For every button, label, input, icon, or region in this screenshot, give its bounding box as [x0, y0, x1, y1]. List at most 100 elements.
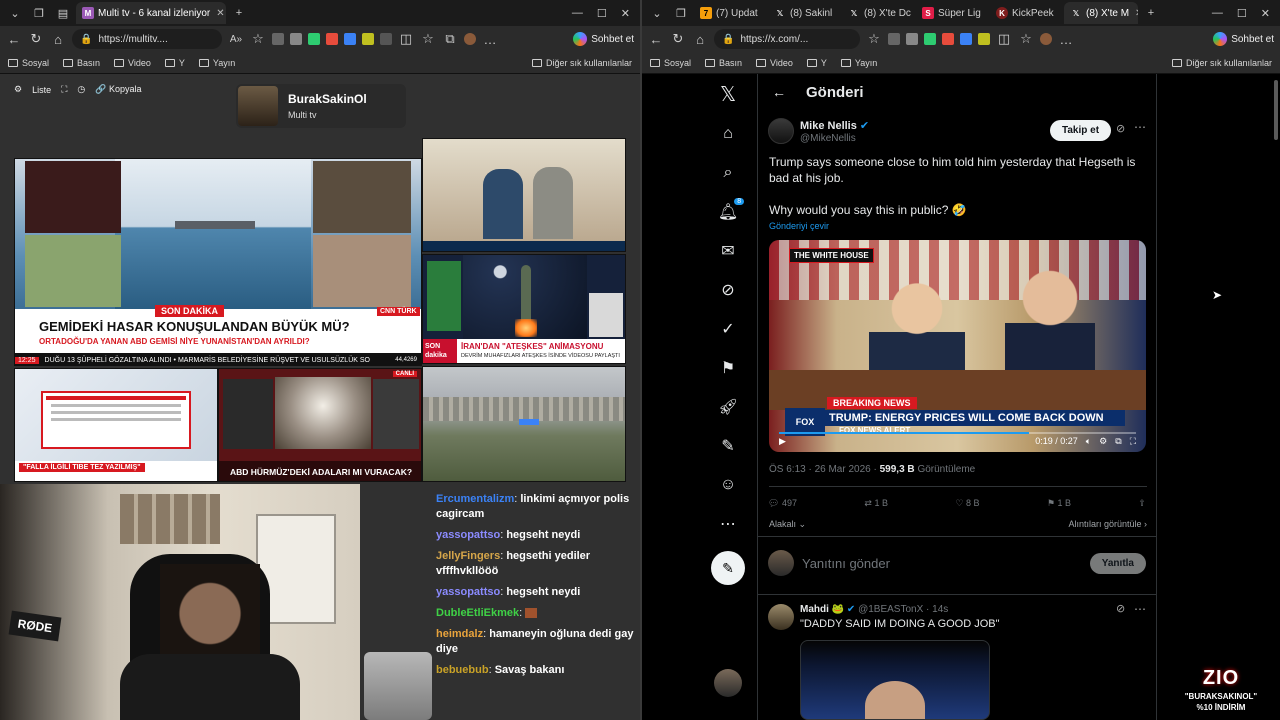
chat-username[interactable]: DubleEtliEkmek — [436, 607, 519, 619]
more-options-icon[interactable]: ⋯ — [1134, 120, 1146, 134]
bookmark-folder[interactable]: Video — [114, 58, 151, 68]
extension-icon[interactable] — [942, 33, 954, 45]
notifications-icon[interactable]: 🔔︎ 8 — [718, 192, 745, 231]
bookmark-action[interactable]: ⚑ 1 B — [1047, 498, 1071, 509]
stream-tile-cityview[interactable] — [422, 366, 626, 482]
reply-button[interactable]: Yanıtla — [1089, 552, 1146, 574]
favorite-star-icon[interactable]: ☆ — [866, 31, 882, 47]
grok-explain-icon[interactable]: ⊘ — [1116, 122, 1125, 135]
tab-actions-icon[interactable]: ⌄ — [646, 3, 668, 23]
extension-icon[interactable] — [906, 33, 918, 45]
bookmark-folder[interactable]: Sosyal — [650, 58, 691, 68]
new-tab-icon[interactable]: + — [228, 3, 250, 23]
extension-icon[interactable] — [888, 33, 900, 45]
favorite-star-icon[interactable]: ☆ — [250, 31, 266, 47]
profile-avatar[interactable] — [464, 33, 476, 45]
bookmark-folder[interactable]: Yayın — [840, 58, 877, 68]
grok-icon[interactable]: ⊘ — [721, 270, 734, 309]
avatar[interactable] — [768, 118, 794, 144]
tweet-timestamp[interactable]: ÖS 6:13 · 26 Mar 2026 — [769, 464, 871, 475]
tab-multitv[interactable]: M Multi tv - 6 kanal izleniyor ✕ — [76, 2, 226, 24]
bookmarks-icon[interactable]: ⚑ — [721, 348, 735, 387]
tab-actions-icon[interactable]: ⌄ — [4, 3, 26, 23]
volume-icon[interactable]: 🔈︎ — [1086, 436, 1091, 447]
vertical-tabs-icon[interactable]: ▤ — [52, 3, 74, 23]
profile-icon[interactable]: ☺ — [720, 465, 736, 504]
stream-tile-hurmuz[interactable]: CANLI ABD HÜRMÜZ'DEKİ ADALARI MI VURACAK… — [218, 368, 422, 482]
back-arrow-icon[interactable]: ← — [772, 84, 786, 100]
home-icon[interactable]: ⌂ — [50, 32, 66, 47]
chat-username[interactable]: heimdalz — [436, 628, 483, 640]
stream-tile-cnn[interactable]: SON DAKİKA CNN TÜRK GEMİDEKİ HASAR KONUŞ… — [14, 158, 422, 366]
extension-icon[interactable] — [272, 33, 284, 45]
tab-x-active[interactable]: 𝕏 (8) X'te M ✕ — [1064, 2, 1138, 24]
chat-username[interactable]: JellyFingers — [436, 550, 500, 562]
reply-author-name[interactable]: Mahdi 🐸 — [800, 604, 844, 615]
chat-username[interactable]: Ercumentalizm — [436, 493, 514, 505]
stream-tile-haberturk[interactable]: "FALLA İLGİLİ TIBE TEZ YAZILMIŞ" — [14, 368, 218, 482]
avatar[interactable] — [768, 604, 794, 630]
follow-button[interactable]: Takip et — [1050, 120, 1112, 141]
translate-link[interactable]: Gönderiyi çevir — [769, 221, 829, 231]
settings-icon[interactable]: ⚙ — [14, 84, 22, 95]
settings-icon[interactable]: ⚙ — [1099, 436, 1107, 447]
home-icon[interactable]: ⌂ — [723, 114, 733, 153]
reply-tweet[interactable]: Mahdi 🐸 ✔ @1BEASTonX · 14s ⊘ ⋯ "DADDY SA… — [768, 602, 1148, 720]
extension-icon[interactable] — [960, 33, 972, 45]
reply-author-handle[interactable]: @1BEASTonX · 14s — [858, 604, 948, 615]
history-icon[interactable]: ◷ — [77, 84, 85, 95]
chat-username[interactable]: yassopattso — [436, 529, 500, 541]
copilot-chat-button[interactable]: Sohbet et — [1213, 32, 1274, 46]
minimize-icon[interactable]: — — [572, 7, 583, 19]
like-action[interactable]: ♡ 8 B — [955, 498, 979, 509]
tweet-video[interactable]: THE WHITE HOUSE BREAKING NEWS TRUMP: ENE… — [769, 240, 1146, 452]
extension-icon[interactable] — [380, 33, 392, 45]
home-icon[interactable]: ⌂ — [692, 32, 708, 47]
compose-post-button[interactable]: ✎ — [711, 551, 745, 585]
extension-icon[interactable] — [290, 33, 302, 45]
extension-icon[interactable] — [924, 33, 936, 45]
extension-icon[interactable] — [326, 33, 338, 45]
grok-explain-icon[interactable]: ⊘ — [1116, 602, 1125, 615]
retweet-action[interactable]: ⇄ 1 B — [864, 498, 888, 509]
video-progress-track[interactable] — [779, 432, 1136, 434]
menu-icon[interactable]: … — [482, 32, 498, 47]
tab-updates[interactable]: 7 (7) Updat — [694, 2, 766, 24]
author-handle[interactable]: @MikeNellis — [800, 133, 856, 144]
list-button[interactable]: Liste — [32, 85, 51, 95]
close-tab-icon[interactable]: ✕ — [1135, 8, 1138, 19]
split-screen-icon[interactable]: ◫ — [398, 31, 414, 47]
bookmark-folder[interactable]: Y — [806, 58, 827, 68]
new-tab-icon[interactable]: + — [1140, 3, 1162, 23]
split-screen-icon[interactable]: ◫ — [996, 31, 1012, 47]
favorites-icon[interactable]: ☆ — [420, 31, 436, 47]
collections-icon[interactable]: ⧉ — [442, 31, 458, 47]
fullscreen-icon[interactable]: ⛶ — [1130, 436, 1136, 447]
x-logo-icon[interactable]: 𝕏 — [720, 74, 736, 114]
rocket-icon[interactable]: 🚀︎ — [718, 387, 738, 426]
account-avatar[interactable] — [714, 669, 742, 697]
profile-avatar[interactable] — [1040, 33, 1052, 45]
refresh-icon[interactable]: ↻ — [670, 31, 686, 47]
chat-username[interactable]: bebuebub — [436, 664, 489, 676]
url-field[interactable]: 🔒 https://multitv.... — [72, 29, 222, 49]
pip-icon[interactable]: ⧉ — [1115, 436, 1121, 447]
other-bookmarks[interactable]: Diğer sık kullanılanlar — [531, 58, 632, 68]
bookmark-folder[interactable]: Video — [756, 58, 793, 68]
stream-tile-interview[interactable] — [422, 138, 626, 252]
messages-icon[interactable]: ✉ — [721, 231, 734, 270]
back-icon[interactable]: ← — [648, 32, 664, 47]
bookmark-folder[interactable]: Sosyal — [8, 58, 49, 68]
play-icon[interactable]: ▶ — [779, 436, 786, 447]
extension-icon[interactable] — [308, 33, 320, 45]
stream-tile-iran[interactable]: SON dakika İRAN'DAN "ATEŞKES" ANİMASYONU … — [422, 254, 626, 364]
search-icon[interactable]: ⌕ — [724, 153, 733, 192]
tab-x-sakinl[interactable]: 𝕏 (8) Sakinl — [768, 2, 840, 24]
reply-media[interactable] — [800, 640, 990, 720]
minimize-icon[interactable]: — — [1212, 7, 1223, 19]
scrollbar[interactable] — [1274, 80, 1278, 140]
more-options-icon[interactable]: ⋯ — [1134, 602, 1146, 616]
bookmark-folder[interactable]: Yayın — [198, 58, 235, 68]
chat-username[interactable]: yassopattso — [436, 586, 500, 598]
read-aloud-icon[interactable]: A» — [228, 34, 244, 45]
